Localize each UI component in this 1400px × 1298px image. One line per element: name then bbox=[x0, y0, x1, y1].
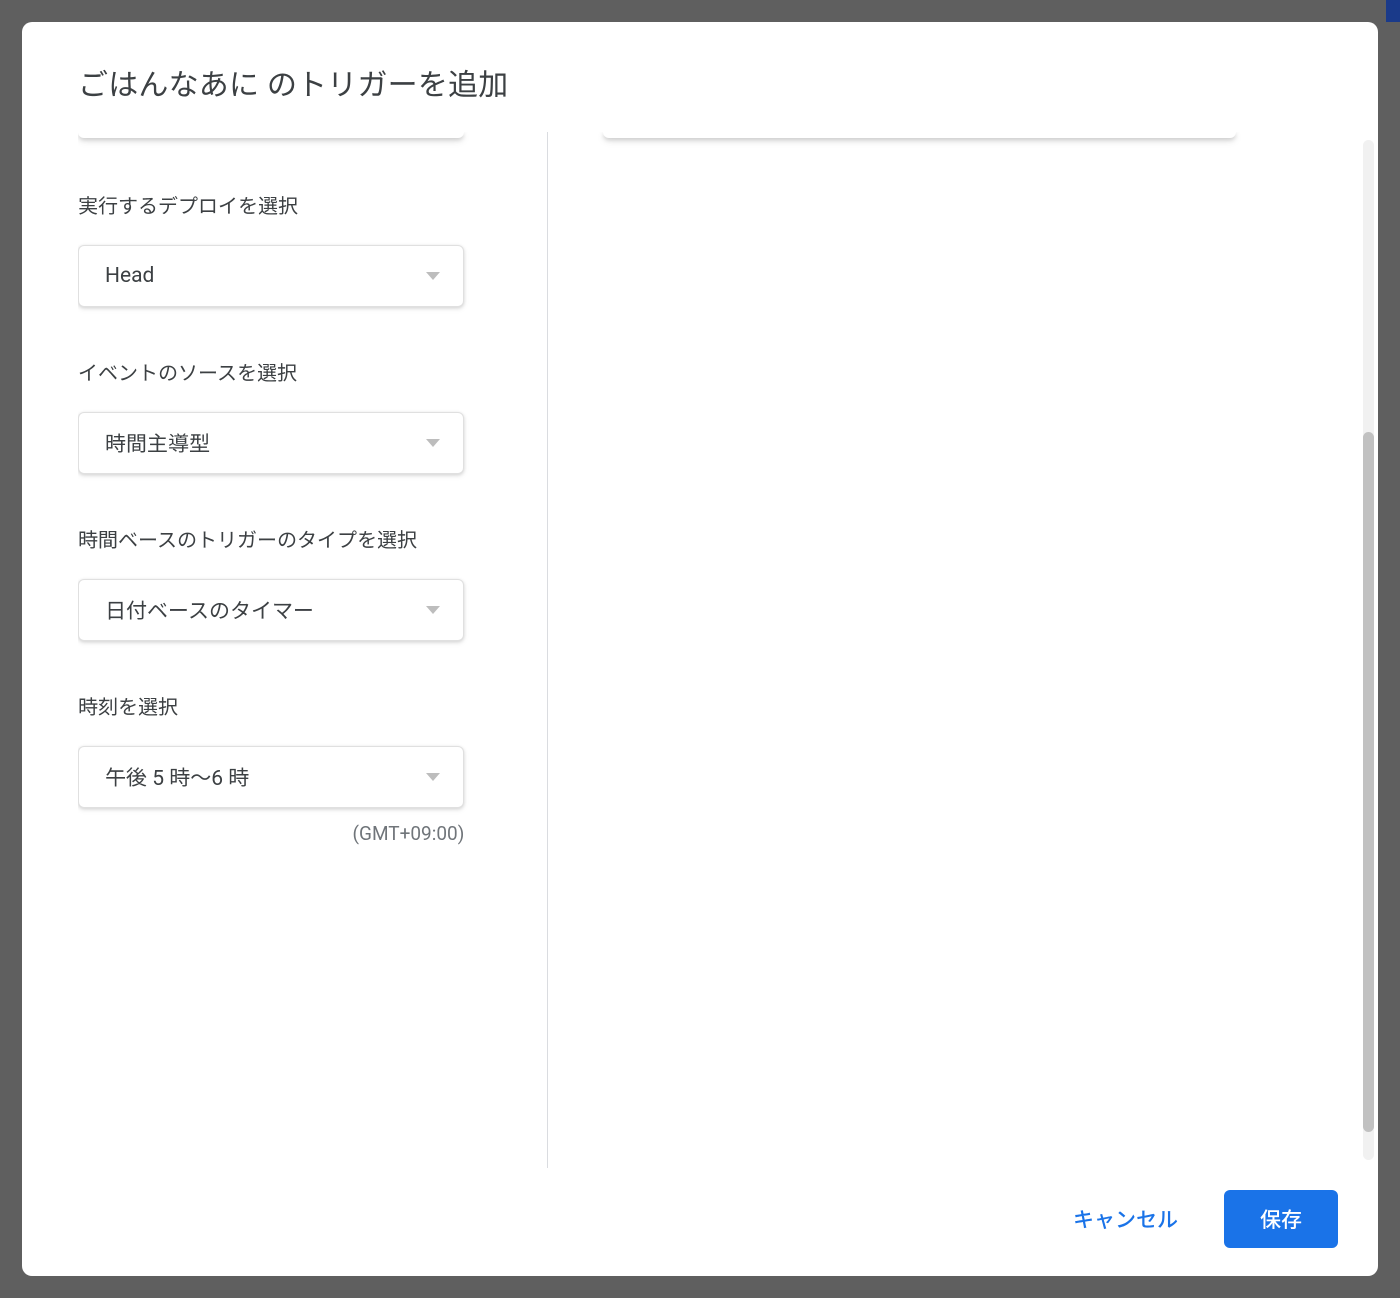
trigger-type-select-value: 日付ベースのタイマー bbox=[105, 595, 314, 625]
trigger-type-select-wrapper: 日付ベースのタイマー bbox=[78, 579, 464, 641]
previous-card-edge-right bbox=[603, 132, 1236, 138]
deploy-group: 実行するデプロイを選択 Head bbox=[78, 190, 517, 307]
dialog-body: 実行するデプロイを選択 Head イベントのソースを選択 時間主導型 bbox=[22, 132, 1378, 1168]
event-source-select-value: 時間主導型 bbox=[105, 428, 210, 458]
time-of-day-select-wrapper: 午後 5 時～6 時 bbox=[78, 746, 464, 808]
dialog-footer: キャンセル 保存 bbox=[22, 1168, 1378, 1276]
time-of-day-label: 時刻を選択 bbox=[78, 691, 517, 720]
scrollbar-thumb[interactable] bbox=[1363, 432, 1374, 1132]
background-accent bbox=[1386, 0, 1400, 22]
time-of-day-select[interactable]: 午後 5 時～6 時 bbox=[78, 746, 464, 808]
dialog-header: ごはんなあに のトリガーを追加 bbox=[22, 22, 1378, 132]
deploy-select-value: Head bbox=[105, 264, 154, 288]
cancel-button[interactable]: キャンセル bbox=[1055, 1192, 1196, 1246]
dialog-title: ごはんなあに のトリガーを追加 bbox=[78, 60, 1322, 104]
event-source-select-wrapper: 時間主導型 bbox=[78, 412, 464, 474]
timezone-note: (GMT+09:00) bbox=[78, 822, 464, 845]
save-button[interactable]: 保存 bbox=[1224, 1190, 1338, 1248]
trigger-type-group: 時間ベースのトリガーのタイプを選択 日付ベースのタイマー bbox=[78, 524, 517, 641]
event-source-select[interactable]: 時間主導型 bbox=[78, 412, 464, 474]
time-of-day-group: 時刻を選択 午後 5 時～6 時 bbox=[78, 691, 517, 808]
deploy-label: 実行するデプロイを選択 bbox=[78, 190, 517, 219]
form-right-column bbox=[548, 132, 1322, 1168]
event-source-label: イベントのソースを選択 bbox=[78, 357, 517, 386]
previous-card-edge bbox=[78, 132, 464, 138]
trigger-type-select[interactable]: 日付ベースのタイマー bbox=[78, 579, 464, 641]
event-source-group: イベントのソースを選択 時間主導型 bbox=[78, 357, 517, 474]
deploy-select-wrapper: Head bbox=[78, 245, 464, 307]
trigger-type-label: 時間ベースのトリガーのタイプを選択 bbox=[78, 524, 517, 553]
time-of-day-select-value: 午後 5 時～6 時 bbox=[105, 762, 249, 792]
add-trigger-dialog: ごはんなあに のトリガーを追加 実行するデプロイを選択 Head イベントのソー… bbox=[22, 22, 1378, 1276]
deploy-select[interactable]: Head bbox=[78, 245, 464, 307]
form-left-column: 実行するデプロイを選択 Head イベントのソースを選択 時間主導型 bbox=[78, 132, 548, 1168]
